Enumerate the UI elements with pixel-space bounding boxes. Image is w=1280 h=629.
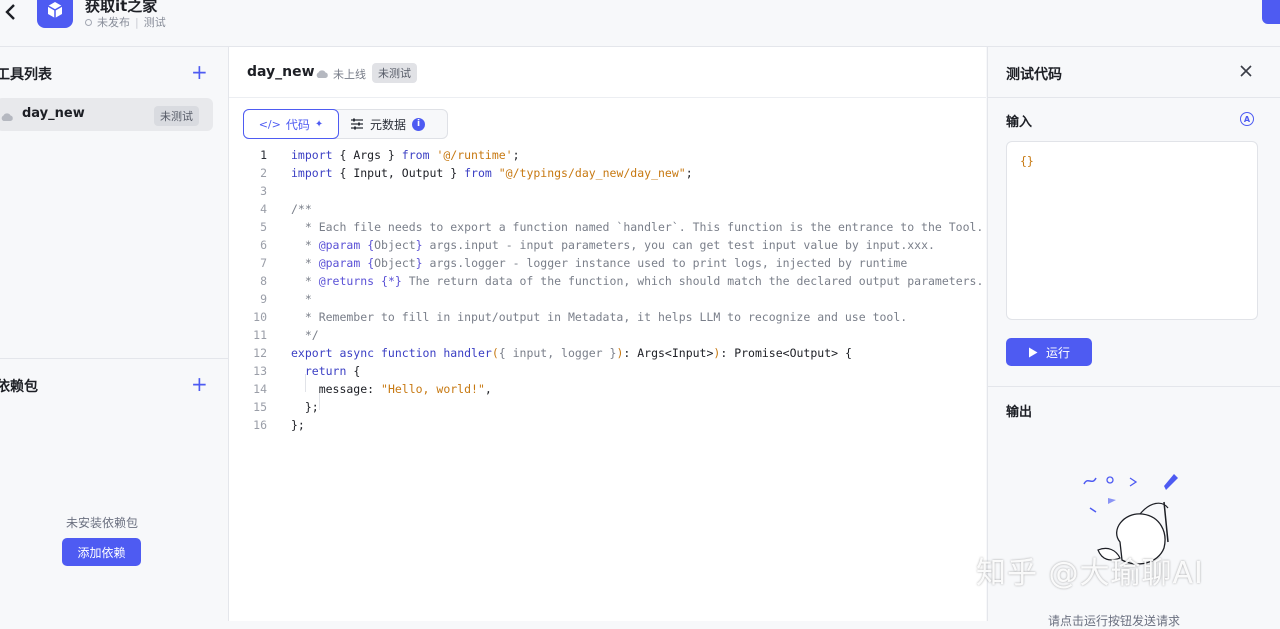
- code-line: 16};: [253, 418, 305, 432]
- cloud-icon: [316, 70, 328, 78]
- online-status-text: 未上线: [333, 68, 366, 81]
- code-line: 7 * @param {Object} args.logger - logger…: [260, 256, 908, 270]
- watermark: 知乎 @大瑜聊AI: [976, 556, 1204, 591]
- code-line: 12 export async function handler({ input,…: [253, 346, 852, 360]
- divider: [0, 358, 228, 359]
- online-status: 未上线: [315, 66, 366, 82]
- code-line: 6 * @param {Object} args.input - input p…: [260, 238, 935, 252]
- add-tool-plus-icon[interactable]: +: [191, 62, 208, 82]
- play-icon: [1028, 347, 1038, 357]
- test-panel-title: 测试代码: [1006, 67, 1062, 83]
- tool-test-tag: 未测试: [154, 106, 199, 126]
- deps-empty-text: 未安装依赖包: [65, 516, 138, 530]
- info-icon: i: [412, 117, 426, 131]
- test-panel: 测试代码 输入 A {} 运行 输出 请点击运行按钮发送请求: [987, 47, 1280, 628]
- tab-metadata[interactable]: 元数据 i: [350, 110, 426, 138]
- editor-header: day_new 未上线 未测试: [229, 47, 986, 98]
- sparkle-icon: ✦: [314, 118, 324, 130]
- run-label: 运行: [1045, 345, 1070, 360]
- code-line: 9 *: [260, 292, 312, 306]
- input-label: 输入: [1006, 115, 1033, 130]
- code-editor-panel: day_new 未上线 未测试 </> 代码 ✦ 元数据 i 1 import {…: [229, 47, 986, 621]
- cloud-icon: [0, 107, 14, 126]
- sliders-icon: [351, 118, 363, 130]
- tool-name: day_new: [22, 106, 85, 121]
- output-label: 输出: [1006, 405, 1033, 420]
- run-button[interactable]: 运行: [1006, 338, 1092, 366]
- code-line: 4/**: [260, 202, 312, 216]
- separator: |: [135, 15, 139, 29]
- app-status: 未发布 | 测试: [85, 14, 166, 30]
- deps-title: 依赖包: [0, 379, 38, 395]
- tool-title: day_new: [247, 64, 315, 80]
- code-line: 10 * Remember to fill in input/output in…: [253, 310, 908, 324]
- status-dot-icon: [85, 18, 92, 26]
- mode-label: 测试: [143, 16, 166, 29]
- app-cube-icon: [37, 0, 73, 28]
- tab-code-label: 代码: [285, 117, 310, 132]
- ai-icon[interactable]: A: [1240, 112, 1254, 126]
- code-line: 8 * @returns {*} The return data of the …: [260, 274, 984, 288]
- add-dependency-button[interactable]: 添加依赖: [62, 538, 141, 566]
- back-arrow-icon[interactable]: [4, 2, 18, 26]
- code-line: 3: [260, 184, 267, 198]
- tools-title: 工具列表: [0, 67, 52, 83]
- code-line: 11 */: [253, 328, 319, 342]
- tab-metadata-label: 元数据: [370, 117, 407, 132]
- publish-button[interactable]: [1262, 0, 1280, 24]
- left-sidebar: 工具列表 + day_new 未测试 依赖包 + 未安装依赖包 添加依赖: [0, 47, 229, 621]
- code-line: 14 message: "Hello, world!",: [253, 382, 492, 396]
- add-dep-plus-icon[interactable]: +: [191, 374, 208, 394]
- tool-item-day-new[interactable]: day_new 未测试: [0, 98, 213, 131]
- editor-tabs: </> 代码 ✦ 元数据 i: [243, 109, 448, 139]
- tab-code[interactable]: </> 代码 ✦: [243, 109, 339, 139]
- code-icon: </>: [258, 117, 281, 131]
- top-bar: 获取it之家 未发布 | 测试: [0, 0, 1280, 47]
- close-icon[interactable]: [1240, 61, 1252, 82]
- input-value: {}: [1020, 154, 1034, 168]
- divider: [988, 386, 1280, 387]
- publish-status: 未发布: [97, 16, 130, 29]
- code-line: 1 import { Args } from '@/runtime';: [260, 148, 520, 162]
- code-line: 5 * Each file needs to export a function…: [260, 220, 984, 234]
- test-panel-header: 测试代码: [988, 47, 1280, 98]
- code-line: 2 import { Input, Output } from "@/typing…: [260, 166, 693, 180]
- test-input-field[interactable]: {}: [1006, 141, 1258, 320]
- code-line: 13 return {: [253, 364, 361, 378]
- test-status-tag: 未测试: [372, 63, 417, 83]
- code-line: 15 };: [253, 400, 319, 414]
